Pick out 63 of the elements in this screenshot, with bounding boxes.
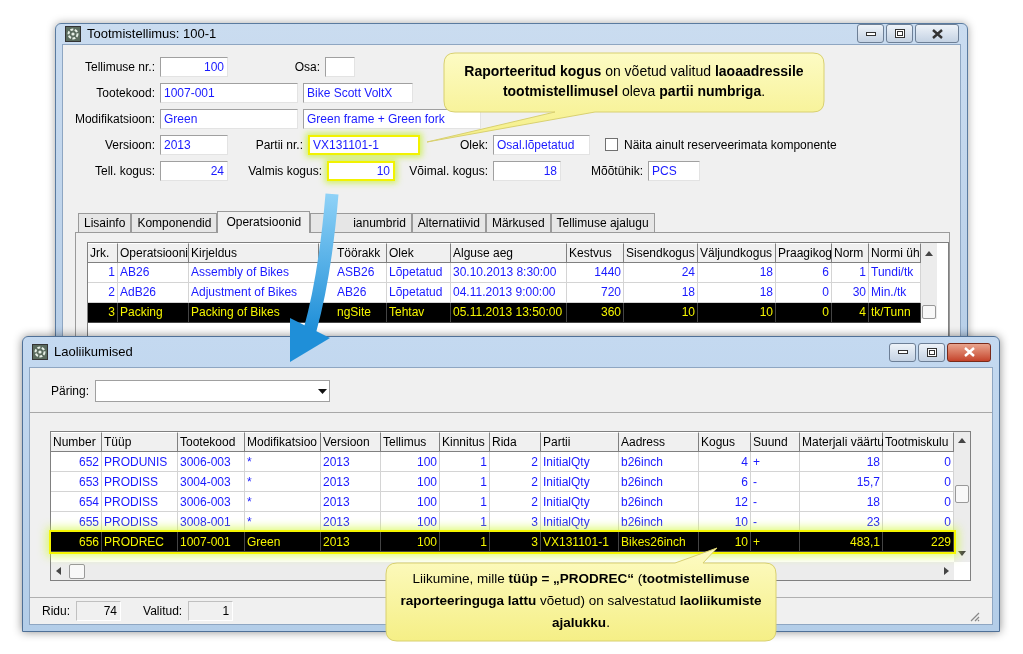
table-cell: AdB26: [118, 282, 189, 303]
table-cell: 6: [776, 262, 832, 283]
field-label: Partii nr.:: [254, 136, 303, 154]
table-cell: Packing: [118, 302, 189, 323]
table-cell: 2: [88, 282, 118, 303]
table-cell: Green: [245, 532, 321, 552]
status-value: 74: [76, 601, 121, 621]
status-label: Valitud:: [143, 603, 183, 620]
field-label: Versioon:: [103, 136, 155, 154]
status-value: 1: [188, 601, 234, 621]
field-label: Modifikatsioon:: [73, 110, 155, 128]
table-cell: 30.10.2013 8:30:00: [451, 262, 567, 283]
table-cell: 3: [88, 302, 118, 323]
table-cell: 360: [567, 302, 624, 323]
table-cell: ngSite: [319, 302, 387, 323]
table-cell: 3: [490, 532, 541, 552]
table-cell: PRODREC: [102, 532, 178, 552]
table-cell: VX131101-1: [541, 532, 619, 552]
table-cell: 720: [567, 282, 624, 303]
table-cell: 0: [776, 282, 832, 303]
table-cell: Tehtav: [387, 302, 451, 323]
table-cell: 05.11.2013 13:50:00: [451, 302, 567, 323]
table-cell: Lõpetatud: [387, 262, 451, 283]
table-cell: 656: [51, 532, 102, 552]
window-title: Tootmistellimus: 100-1: [87, 25, 217, 43]
field-label: Tootekood:: [95, 84, 155, 102]
table-cell: 0: [776, 302, 832, 323]
table-cell: 2013: [321, 532, 381, 552]
table-cell: 10: [698, 302, 776, 323]
table-cell: 18: [698, 282, 776, 303]
field-label: Võimal. kogus:: [408, 162, 488, 180]
table-cell: 100: [381, 532, 440, 552]
table-cell: Bikes26inch: [619, 532, 699, 552]
callout-text: Raporteeritud kogus on võetud valitud laoaadressile tootmistellimusel oleva partii numbriga.: [463, 62, 805, 101]
table-cell: 1: [88, 262, 118, 283]
checkbox-label: Näita ainult reserveerimata komponente: [624, 136, 837, 154]
table-cell: 1007-001: [178, 532, 245, 552]
table-cell: 229: [883, 532, 954, 552]
field-label: Mõõtühik:: [589, 162, 643, 180]
table-cell: 04.11.2013 9:00:00: [451, 282, 567, 303]
table-cell: +: [751, 532, 800, 552]
table-cell: 1: [832, 262, 869, 283]
field-label: Osa:: [293, 58, 320, 76]
window-title: Laoliikumised: [54, 343, 133, 362]
table-cell: AB26: [118, 262, 189, 283]
callout-text: Liikumine, mille tüüp = „PRODREC“ (tootmistellimuse raporteeringuga lattu võetud) on salvestatud laoliikumiste ajalukku.: [399, 570, 763, 632]
table-cell: 10: [624, 302, 698, 323]
table-cell: 24: [624, 262, 698, 283]
table-cell: 1440: [567, 262, 624, 283]
table-cell: 18: [624, 282, 698, 303]
table-cell: Assembly of Bikes: [189, 262, 319, 283]
field-label: Tellimuse nr.:: [83, 58, 155, 76]
query-label: Päring:: [51, 383, 90, 400]
table-cell: 30: [832, 282, 869, 303]
table-cell: 18: [698, 262, 776, 283]
table-cell: Lõpetatud: [387, 282, 451, 303]
table-cell: 483,1: [800, 532, 883, 552]
table-cell: 1: [440, 532, 490, 552]
field-label: Olek:: [459, 136, 488, 154]
field-label: Valmis kogus:: [247, 162, 322, 180]
status-label: Ridu:: [42, 603, 70, 620]
table-cell: 4: [832, 302, 869, 323]
field-label: Tell. kogus:: [93, 162, 155, 180]
